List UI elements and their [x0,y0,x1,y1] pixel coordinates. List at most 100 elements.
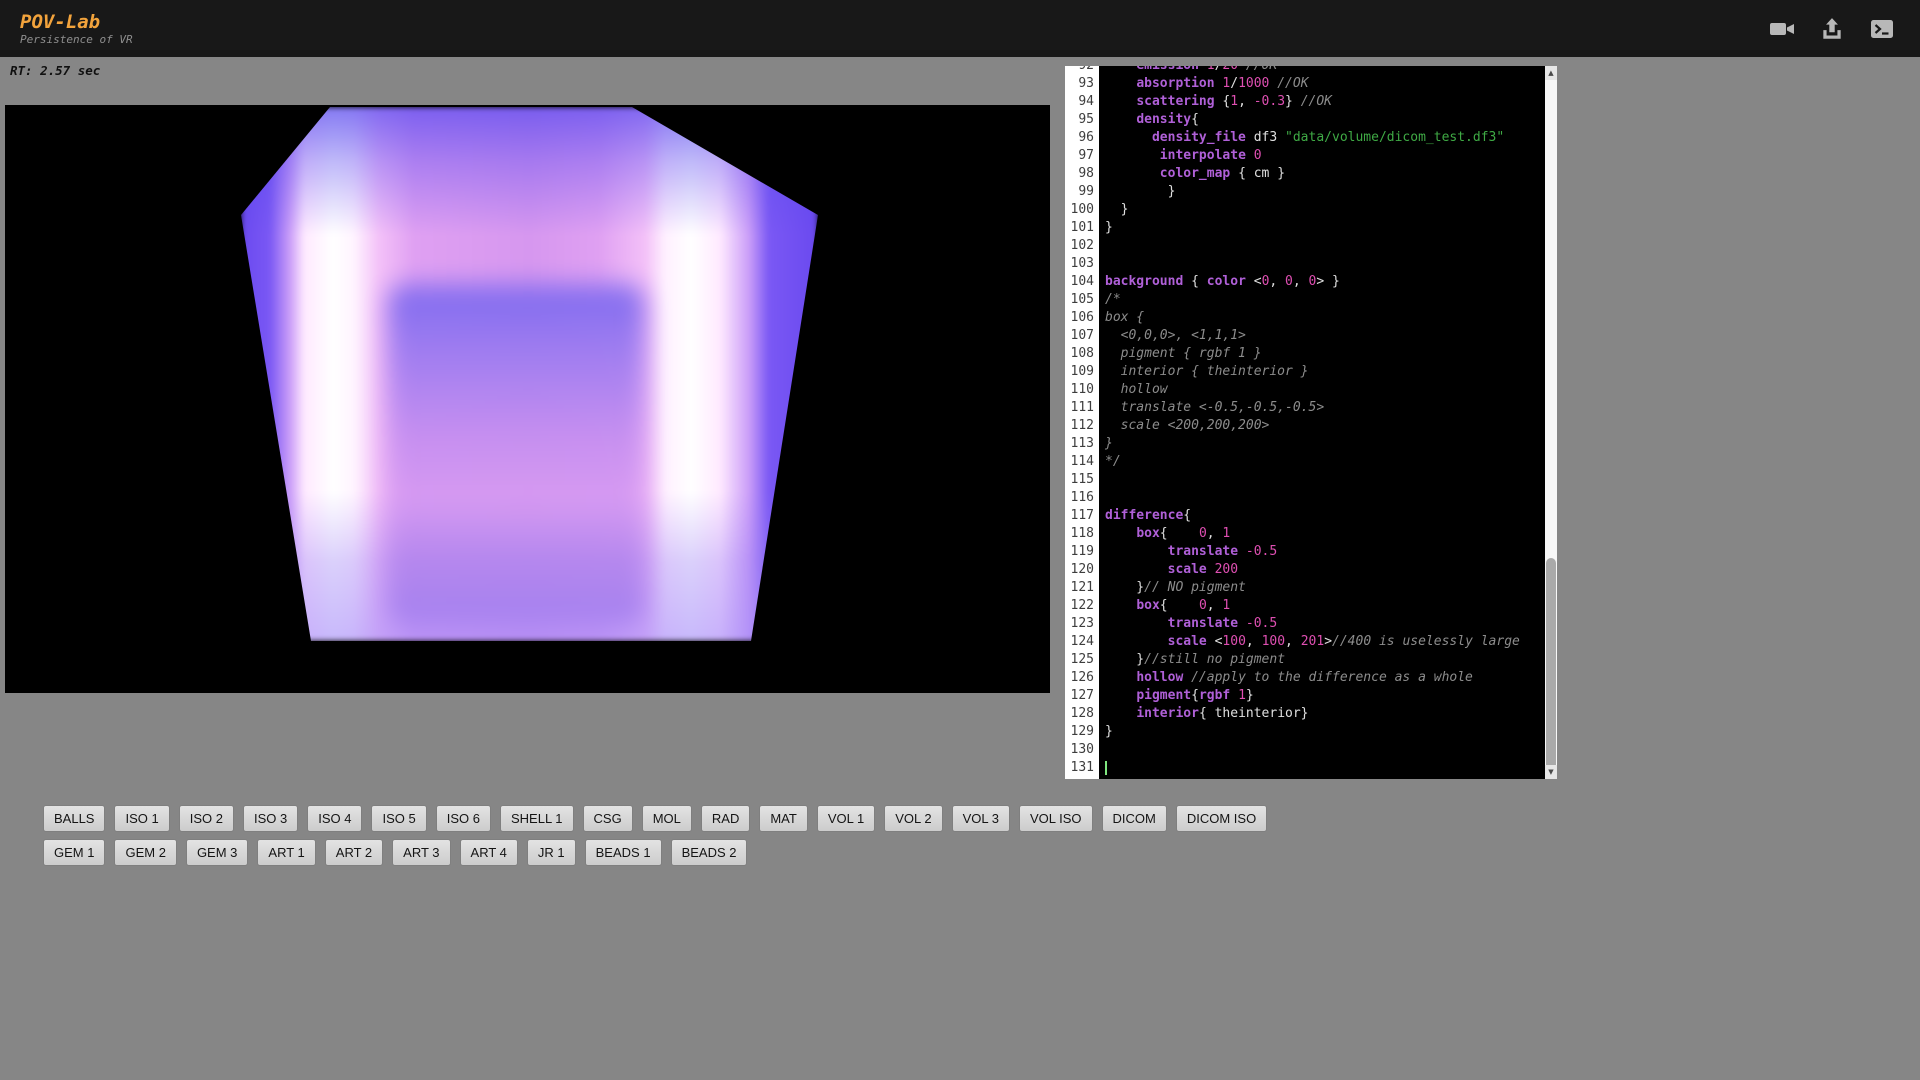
code-line[interactable]: 126 hollow //apply to the difference as … [1065,669,1545,687]
code-line[interactable]: 124 scale <100, 100, 201>//400 is useles… [1065,633,1545,651]
code-line[interactable]: 117difference{ [1065,507,1545,525]
code-editor[interactable]: 92 emission 1/20 //OK93 absorption 1/100… [1065,66,1557,779]
code-content[interactable]: translate <-0.5,-0.5,-0.5> [1099,399,1545,417]
preset-button-iso-1[interactable]: ISO 1 [114,805,169,832]
code-content[interactable] [1099,741,1545,759]
code-content[interactable]: scattering {1, -0.3} //OK [1099,93,1545,111]
code-line[interactable]: 97 interpolate 0 [1065,147,1545,165]
code-lines[interactable]: 92 emission 1/20 //OK93 absorption 1/100… [1065,66,1545,777]
code-line[interactable]: 116 [1065,489,1545,507]
code-line[interactable]: 96 density_file df3 "data/volume/dicom_t… [1065,129,1545,147]
code-content[interactable]: } [1099,183,1545,201]
preset-button-iso-3[interactable]: ISO 3 [243,805,298,832]
code-line[interactable]: 123 translate -0.5 [1065,615,1545,633]
code-line[interactable]: 131 [1065,759,1545,777]
code-content[interactable]: emission 1/20 //OK [1099,66,1545,75]
preset-button-shell-1[interactable]: SHELL 1 [500,805,574,832]
code-line[interactable]: 105/* [1065,291,1545,309]
scroll-down-arrow[interactable]: ▼ [1545,765,1557,779]
preset-button-gem-2[interactable]: GEM 2 [114,839,176,866]
code-content[interactable]: scale <100, 100, 201>//400 is uselessly … [1099,633,1545,651]
preset-button-mol[interactable]: MOL [642,805,692,832]
code-content[interactable]: background { color <0, 0, 0> } [1099,273,1545,291]
scrollbar-thumb[interactable] [1546,558,1556,772]
code-line[interactable]: 92 emission 1/20 //OK [1065,66,1545,75]
code-content[interactable]: }//still no pigment [1099,651,1545,669]
code-line[interactable]: 112 scale <200,200,200> [1065,417,1545,435]
preset-button-vol-2[interactable]: VOL 2 [884,805,942,832]
code-content[interactable]: }// NO pigment [1099,579,1545,597]
code-line[interactable]: 125 }//still no pigment [1065,651,1545,669]
preset-button-gem-3[interactable]: GEM 3 [186,839,248,866]
code-content[interactable]: */ [1099,453,1545,471]
terminal-button[interactable] [1866,14,1898,44]
code-line[interactable]: 95 density{ [1065,111,1545,129]
code-content[interactable]: scale 200 [1099,561,1545,579]
preset-button-mat[interactable]: MAT [759,805,807,832]
code-line[interactable]: 103 [1065,255,1545,273]
code-line[interactable]: 130 [1065,741,1545,759]
code-line[interactable]: 129} [1065,723,1545,741]
code-content[interactable]: color_map { cm } [1099,165,1545,183]
code-line[interactable]: 110 hollow [1065,381,1545,399]
editor-scrollbar[interactable]: ▲ ▼ [1545,66,1557,779]
code-content[interactable]: hollow //apply to the difference as a wh… [1099,669,1545,687]
code-content[interactable]: } [1099,723,1545,741]
preset-button-gem-1[interactable]: GEM 1 [43,839,105,866]
code-content[interactable] [1099,471,1545,489]
code-content[interactable]: density_file df3 "data/volume/dicom_test… [1099,129,1545,147]
video-capture-button[interactable] [1766,14,1798,44]
code-content[interactable] [1099,255,1545,273]
preset-button-iso-6[interactable]: ISO 6 [436,805,491,832]
code-content[interactable]: } [1099,219,1545,237]
code-content[interactable]: absorption 1/1000 //OK [1099,75,1545,93]
preset-button-vol-1[interactable]: VOL 1 [817,805,875,832]
code-content[interactable]: translate -0.5 [1099,615,1545,633]
code-content[interactable]: pigment { rgbf 1 } [1099,345,1545,363]
code-line[interactable]: 121 }// NO pigment [1065,579,1545,597]
preset-button-art-3[interactable]: ART 3 [392,839,450,866]
code-line[interactable]: 101} [1065,219,1545,237]
code-content[interactable]: box{ 0, 1 [1099,525,1545,543]
code-line[interactable]: 99 } [1065,183,1545,201]
code-content[interactable] [1099,237,1545,255]
export-button[interactable] [1816,14,1848,44]
code-line[interactable]: 107 <0,0,0>, <1,1,1> [1065,327,1545,345]
code-content[interactable]: <0,0,0>, <1,1,1> [1099,327,1545,345]
code-content[interactable]: density{ [1099,111,1545,129]
code-content[interactable]: scale <200,200,200> [1099,417,1545,435]
code-line[interactable]: 127 pigment{rgbf 1} [1065,687,1545,705]
code-line[interactable]: 118 box{ 0, 1 [1065,525,1545,543]
code-content[interactable]: box { [1099,309,1545,327]
code-content[interactable]: } [1099,201,1545,219]
code-line[interactable]: 128 interior{ theinterior} [1065,705,1545,723]
code-line[interactable]: 94 scattering {1, -0.3} //OK [1065,93,1545,111]
preset-button-dicom-iso[interactable]: DICOM ISO [1176,805,1267,832]
preset-button-csg[interactable]: CSG [583,805,633,832]
code-content[interactable]: translate -0.5 [1099,543,1545,561]
code-content[interactable] [1099,759,1545,777]
code-line[interactable]: 120 scale 200 [1065,561,1545,579]
code-line[interactable]: 93 absorption 1/1000 //OK [1065,75,1545,93]
code-content[interactable] [1099,489,1545,507]
preset-button-vol-iso[interactable]: VOL ISO [1019,805,1093,832]
preset-button-dicom[interactable]: DICOM [1102,805,1167,832]
preset-button-art-2[interactable]: ART 2 [325,839,383,866]
scroll-up-arrow[interactable]: ▲ [1545,66,1557,80]
preset-button-balls[interactable]: BALLS [43,805,105,832]
code-content[interactable]: } [1099,435,1545,453]
code-line[interactable]: 98 color_map { cm } [1065,165,1545,183]
code-content[interactable]: /* [1099,291,1545,309]
code-line[interactable]: 111 translate <-0.5,-0.5,-0.5> [1065,399,1545,417]
preset-button-beads-1[interactable]: BEADS 1 [585,839,662,866]
preset-button-beads-2[interactable]: BEADS 2 [671,839,748,866]
preset-button-iso-2[interactable]: ISO 2 [179,805,234,832]
code-content[interactable]: interior{ theinterior} [1099,705,1545,723]
code-content[interactable]: pigment{rgbf 1} [1099,687,1545,705]
preset-button-vol-3[interactable]: VOL 3 [952,805,1010,832]
code-content[interactable]: hollow [1099,381,1545,399]
code-line[interactable]: 109 interior { theinterior } [1065,363,1545,381]
code-line[interactable]: 114*/ [1065,453,1545,471]
code-line[interactable]: 102 [1065,237,1545,255]
code-line[interactable]: 115 [1065,471,1545,489]
